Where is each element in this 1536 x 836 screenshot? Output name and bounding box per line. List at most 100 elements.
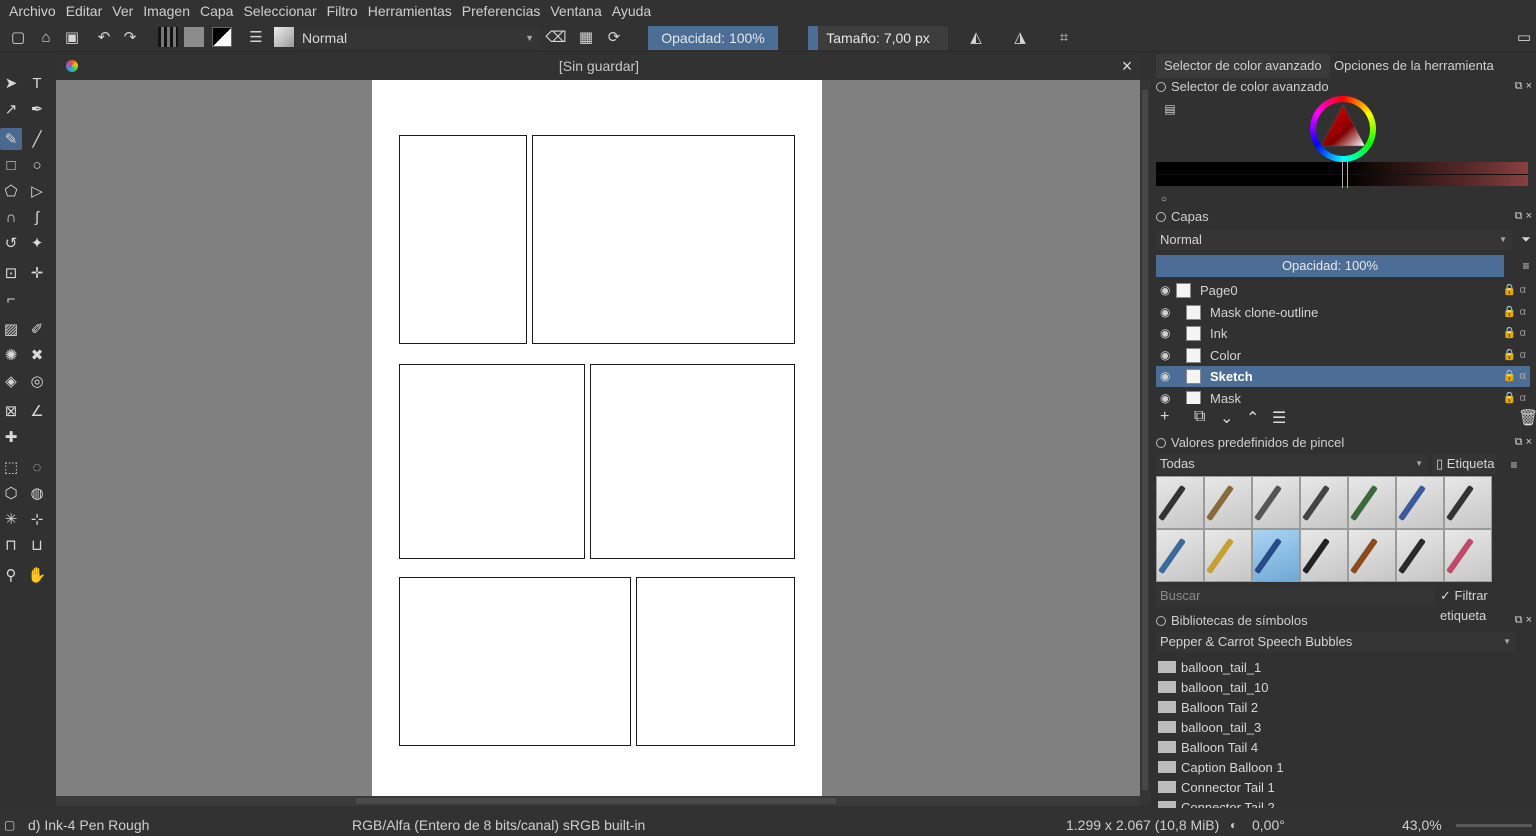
reload-preset-icon[interactable]: ⟳ xyxy=(604,26,624,48)
symbol-item[interactable]: Connector Tail 2 xyxy=(1158,798,1275,808)
color-triangle[interactable] xyxy=(1310,96,1376,162)
layer-menu-icon[interactable]: ≡ xyxy=(1516,255,1536,277)
text-tool-icon[interactable]: T xyxy=(26,72,48,94)
brush-preset-tile[interactable] xyxy=(1444,529,1492,582)
bezier-selection-tool-icon[interactable]: ⊓ xyxy=(0,534,22,556)
layer-row[interactable]: ◉ Page0 🔒 α xyxy=(1156,280,1530,301)
move-layer-up-icon[interactable]: ⌃ xyxy=(1246,408,1259,428)
layer-row[interactable]: ◉ Mask 🔒 α xyxy=(1156,388,1530,404)
open-folder-icon[interactable]: ⌂ xyxy=(36,26,56,48)
freehand-selection-tool-icon[interactable]: ◍ xyxy=(26,482,48,504)
contiguous-selection-tool-icon[interactable]: ✳ xyxy=(0,508,22,530)
size-slider[interactable]: Tamaño: 7,00 px xyxy=(808,26,948,50)
freehand-path-tool-icon[interactable]: ʃ xyxy=(26,206,48,228)
brush-preset-tile[interactable] xyxy=(1252,529,1300,582)
brush-preset-tile[interactable] xyxy=(1252,476,1300,529)
eye-icon[interactable]: ◉ xyxy=(1160,366,1170,387)
foreground-background-color-swatch[interactable] xyxy=(212,27,232,47)
layer-lock-alpha-icon[interactable]: 🔒 α xyxy=(1503,302,1526,323)
pattern-swatch[interactable] xyxy=(184,27,204,47)
docker-lock-icon[interactable] xyxy=(1156,438,1166,448)
menu-item[interactable]: Archivo xyxy=(4,0,61,22)
docker-lock-icon[interactable] xyxy=(1156,212,1166,222)
menu-item[interactable]: Filtro xyxy=(322,0,363,22)
add-icon[interactable]: + xyxy=(1160,408,1169,426)
move-tool-icon[interactable]: ✛ xyxy=(26,262,48,284)
presets-menu-icon[interactable]: ≡ xyxy=(1504,454,1524,476)
symbol-item[interactable]: Balloon Tail 2 xyxy=(1158,698,1258,717)
menu-item[interactable]: Imagen xyxy=(138,0,195,22)
eye-icon[interactable]: ◉ xyxy=(1160,345,1170,366)
symbol-item[interactable]: balloon_tail_10 xyxy=(1158,678,1268,697)
brush-preset-swatch[interactable] xyxy=(274,27,294,47)
edit-shapes-tool-icon[interactable]: ↗ xyxy=(0,98,22,120)
brush-preset-tile[interactable] xyxy=(1156,529,1204,582)
brush-preset-tile[interactable] xyxy=(1396,529,1444,582)
menu-item[interactable]: Ventana xyxy=(545,0,606,22)
polygonal-selection-tool-icon[interactable]: ⬡ xyxy=(0,482,22,504)
eye-icon[interactable]: ◉ xyxy=(1160,388,1170,404)
float-docker-icon[interactable]: ⧉ × xyxy=(1515,210,1532,223)
status-rotation[interactable]: 0,00° xyxy=(1252,814,1285,836)
menu-item[interactable]: Preferencias xyxy=(457,0,546,22)
fill-tool-icon[interactable]: ◈ xyxy=(0,370,22,392)
preserve-alpha-icon[interactable]: ▦ xyxy=(576,26,596,48)
docker-lock-icon[interactable] xyxy=(1156,82,1166,92)
smart-patch-tool-icon[interactable]: ✖ xyxy=(26,344,48,366)
layer-row[interactable]: ◉ Ink 🔒 α xyxy=(1156,323,1530,344)
color-picker-tool-icon[interactable]: ✐ xyxy=(26,318,48,340)
layer-properties-icon[interactable]: ☰ xyxy=(1272,408,1286,428)
menu-item[interactable]: Ver xyxy=(107,0,138,22)
redo-icon[interactable]: ↷ xyxy=(120,26,140,48)
enclose-fill-tool-icon[interactable]: ◎ xyxy=(26,370,48,392)
dynamic-brush-tool-icon[interactable]: ↺ xyxy=(0,232,22,254)
eraser-mode-icon[interactable]: ⌫ xyxy=(545,26,566,48)
mirror-horizontal-icon[interactable]: ◭ xyxy=(966,26,986,48)
layer-opacity-slider[interactable]: Opacidad: 100% xyxy=(1156,255,1504,277)
transform-tool-icon[interactable]: ⊡ xyxy=(0,262,22,284)
brush-preset-tile[interactable] xyxy=(1348,529,1396,582)
symbol-item[interactable]: Caption Balloon 1 xyxy=(1158,758,1284,777)
symbol-item[interactable]: Connector Tail 1 xyxy=(1158,778,1275,797)
horizontal-scrollbar-thumb[interactable] xyxy=(356,798,836,804)
color-selector-settings-icon[interactable]: ▤ xyxy=(1160,98,1180,120)
menu-item[interactable]: Ayuda xyxy=(607,0,656,22)
float-docker-icon[interactable]: ⧉ × xyxy=(1515,436,1532,449)
assistant-tool-icon[interactable]: ⊠ xyxy=(0,400,22,422)
brush-preset-tile[interactable] xyxy=(1204,529,1252,582)
layer-blend-mode-select[interactable]: Normal ▼ xyxy=(1156,230,1512,250)
filter-icon[interactable]: ⏷ xyxy=(1516,228,1536,250)
brush-tag-filter-select[interactable]: Todas ▼ xyxy=(1156,454,1428,474)
brush-preset-tile[interactable] xyxy=(1348,476,1396,529)
line-tool-icon[interactable]: ╱ xyxy=(26,128,48,150)
rectangular-selection-tool-icon[interactable]: ⬚ xyxy=(0,456,22,478)
eye-icon[interactable]: ◉ xyxy=(1160,280,1170,301)
calligraphy-tool-icon[interactable]: ✒ xyxy=(26,98,48,120)
float-docker-icon[interactable]: ⧉ × xyxy=(1515,80,1532,93)
layer-row[interactable]: ◉ Mask clone-outline 🔒 α xyxy=(1156,302,1530,323)
ellipse-tool-icon[interactable]: ○ xyxy=(26,154,48,176)
mirror-vertical-icon[interactable]: ◮ xyxy=(1010,26,1030,48)
canvas-page[interactable] xyxy=(372,80,822,796)
menu-item[interactable]: Editar xyxy=(61,0,108,22)
blend-mode-select[interactable]: Normal ▼ xyxy=(296,27,540,49)
undo-icon[interactable]: ↶ xyxy=(94,26,114,48)
delete-layer-icon[interactable]: 🗑 xyxy=(1518,408,1536,428)
opacity-slider[interactable]: Opacidad: 100% xyxy=(648,26,778,50)
tab-advanced-color-selector[interactable]: Selector de color avanzado xyxy=(1156,54,1330,78)
brush-preset-tile[interactable] xyxy=(1300,476,1348,529)
zoom-slider[interactable] xyxy=(1456,824,1532,827)
layer-lock-alpha-icon[interactable]: 🔒 α xyxy=(1503,280,1526,301)
float-docker-icon[interactable]: ⧉ × xyxy=(1515,614,1532,627)
elliptical-selection-tool-icon[interactable]: ◌ xyxy=(26,456,48,478)
status-color-space[interactable]: RGB/Alfa (Entero de 8 bits/canal) sRGB b… xyxy=(352,814,645,836)
zoom-icon[interactable]: ⚲ xyxy=(0,564,22,586)
colorize-mask-tool-icon[interactable]: ✺ xyxy=(0,344,22,366)
menu-item[interactable]: Herramientas xyxy=(363,0,457,22)
save-icon[interactable]: ▣ xyxy=(62,26,82,48)
magnetic-selection-tool-icon[interactable]: ⊔ xyxy=(26,534,48,556)
brush-preset-tile[interactable] xyxy=(1444,476,1492,529)
symbol-item[interactable]: balloon_tail_3 xyxy=(1158,718,1261,737)
window-layout-icon[interactable]: ▭ xyxy=(1514,26,1534,48)
measure-tool-icon[interactable]: ∠ xyxy=(26,400,48,422)
